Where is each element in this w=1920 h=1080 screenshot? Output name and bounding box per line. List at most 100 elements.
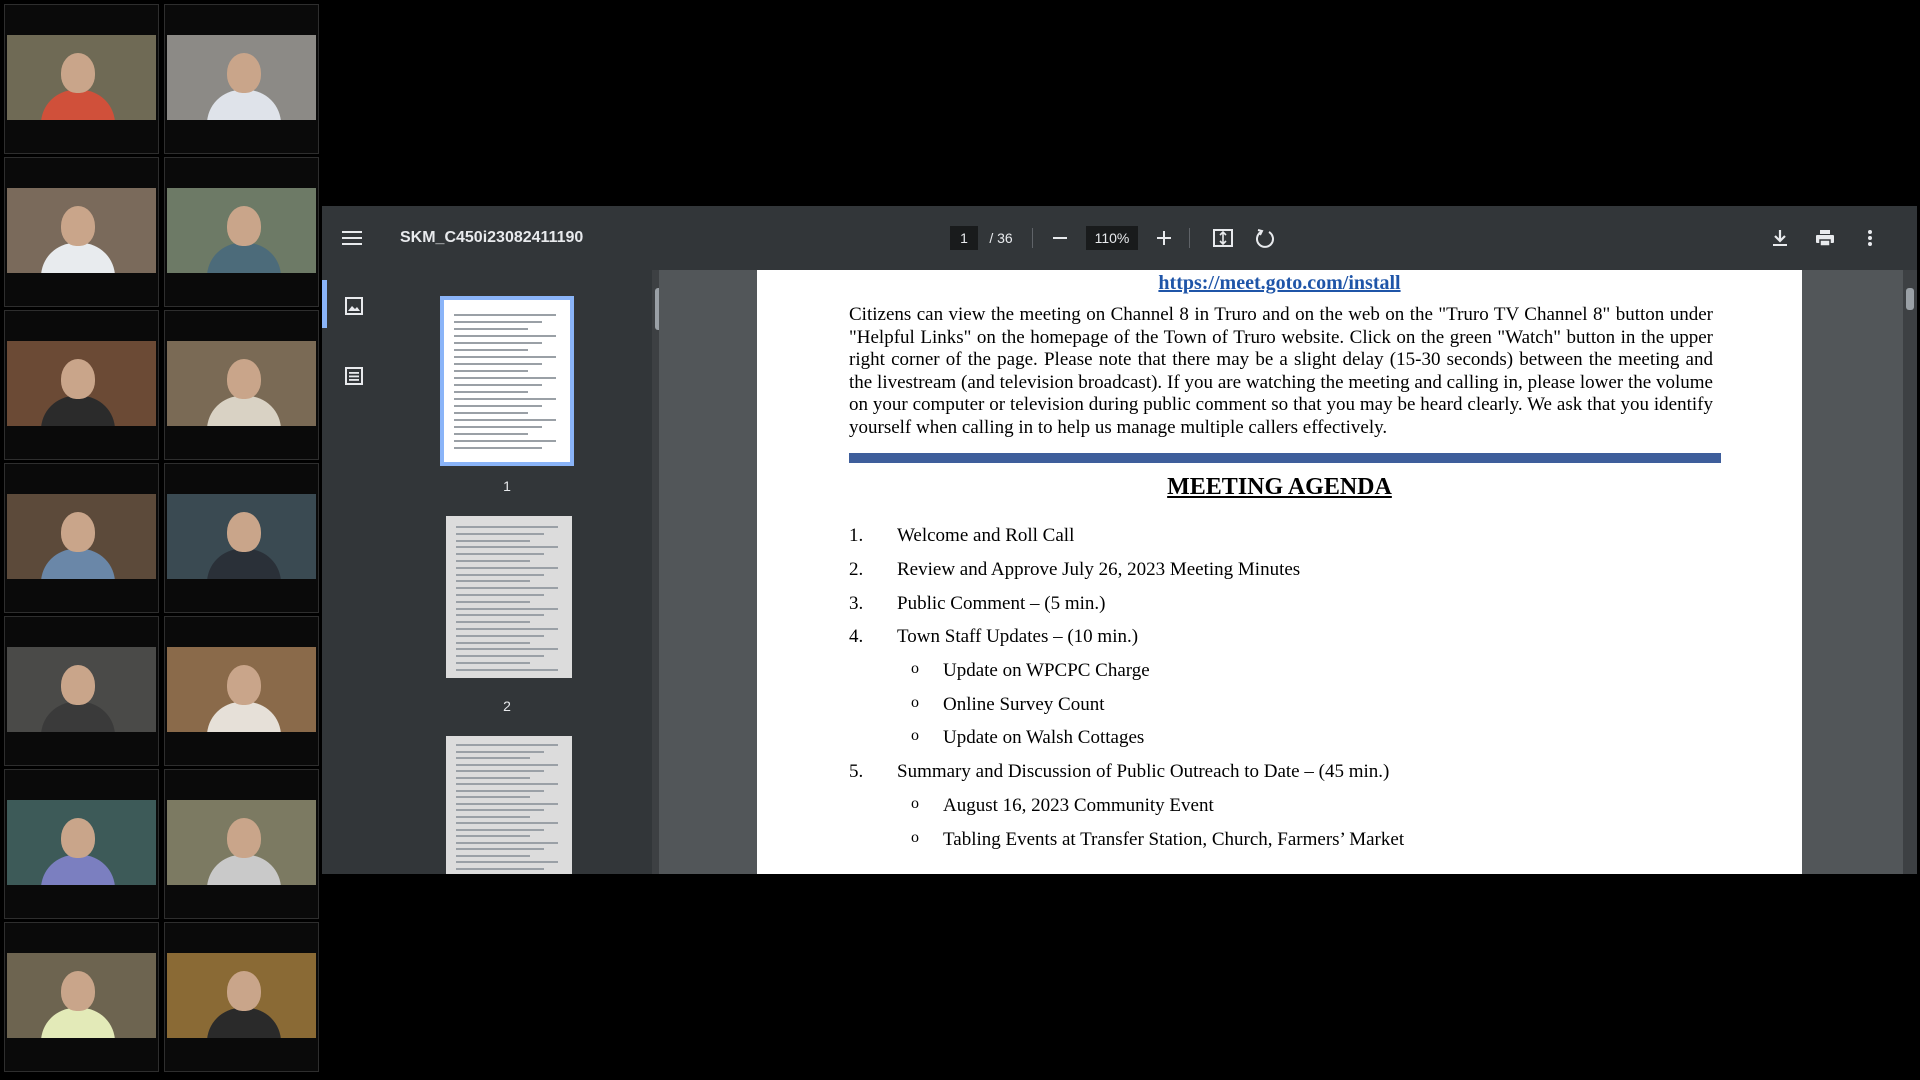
- thumbnail-text-line: [456, 809, 544, 811]
- thumbnail-text-line: [454, 321, 542, 323]
- print-icon: [1815, 229, 1835, 247]
- participant-tile[interactable]: [4, 769, 159, 919]
- thumbnail-text-line: [456, 841, 558, 844]
- thumbnail-text-line: [454, 391, 528, 393]
- sidebar-active-indicator: [322, 280, 327, 328]
- participant-tile[interactable]: [164, 4, 319, 154]
- participant-tile[interactable]: [164, 616, 319, 766]
- thumbnail-text-line: [456, 607, 558, 610]
- pdf-toolbar: SKM_C450i23082411190 1 / 36 110%: [322, 206, 1917, 270]
- bullet: o: [911, 660, 919, 677]
- page-thumbnail-1[interactable]: [440, 296, 574, 466]
- thumbnail-text-line: [454, 426, 542, 428]
- thumbnails-view-button[interactable]: [338, 290, 370, 322]
- agenda-text: Welcome and Roll Call: [897, 525, 1075, 546]
- thumbnail-sidebar: 1 2: [322, 270, 666, 874]
- bullet: o: [911, 694, 919, 711]
- thumbnail-text-line: [456, 600, 530, 603]
- download-button[interactable]: [1766, 224, 1794, 252]
- thumbnail-text-line: [456, 770, 544, 772]
- participant-tile[interactable]: [4, 157, 159, 307]
- participant-tile[interactable]: [164, 157, 319, 307]
- thumbnail-text-line: [456, 526, 558, 528]
- thumbnail-text-line: [456, 854, 530, 857]
- participant-video: [7, 800, 156, 885]
- thumbnail-text-line: [456, 553, 544, 556]
- more-actions-button[interactable]: [1856, 224, 1884, 252]
- thumbnail-text-line: [454, 412, 528, 414]
- thumbnail-text-line: [456, 580, 530, 583]
- participant-tile[interactable]: [4, 922, 159, 1072]
- thumbnail-text-line: [454, 349, 528, 351]
- participant-tile[interactable]: [164, 922, 319, 1072]
- participant-video: [167, 188, 316, 273]
- page-total: / 36: [989, 230, 1013, 246]
- participant-body: [207, 855, 281, 885]
- rotate-button[interactable]: [1251, 224, 1279, 252]
- page-thumbnail-3[interactable]: [446, 736, 572, 874]
- rotate-icon: [1255, 228, 1275, 248]
- participant-tile[interactable]: [164, 310, 319, 460]
- participant-video: [167, 647, 316, 732]
- participant-video: [167, 953, 316, 1038]
- agenda-number: 2.: [849, 559, 864, 580]
- minus-icon: [1053, 237, 1067, 239]
- fit-page-button[interactable]: [1209, 224, 1237, 252]
- thumbnail-text-line: [454, 342, 542, 344]
- agenda-subitem-text: August 16, 2023 Community Event: [943, 795, 1214, 816]
- participant-head: [61, 818, 95, 858]
- thumbnail-text-line: [456, 621, 530, 624]
- agenda-number: 3.: [849, 593, 864, 614]
- section-divider: [849, 453, 1721, 463]
- thumbnail-text-line: [456, 648, 558, 651]
- intro-paragraph: Citizens can view the meeting on Channel…: [849, 304, 1713, 438]
- thumbnail-text-line: [454, 384, 542, 386]
- scrollbar-thumb[interactable]: [1906, 288, 1914, 310]
- pdf-viewer: SKM_C450i23082411190 1 / 36 110% 1 2 htt…: [322, 206, 1917, 874]
- thumbnail-text-line: [454, 440, 556, 442]
- zoom-in-button[interactable]: [1150, 224, 1178, 252]
- menu-icon[interactable]: [334, 220, 370, 256]
- thumbnail-text-line: [454, 419, 556, 421]
- thumbnail-text-line: [456, 750, 544, 753]
- agenda-subitem-text: Update on WPCPC Charge: [943, 660, 1150, 681]
- thumbnail-text-line: [454, 433, 528, 435]
- participant-head: [227, 206, 261, 246]
- participant-body: [207, 702, 281, 732]
- thumbnail-text-line: [456, 789, 544, 792]
- agenda-text: Summary and Discussion of Public Outreac…: [897, 761, 1390, 782]
- participant-video: [167, 341, 316, 426]
- participant-tile[interactable]: [4, 310, 159, 460]
- thumbnail-text-line: [456, 815, 530, 818]
- agenda-subitem-text: Online Survey Count: [943, 694, 1105, 715]
- document-scrollbar[interactable]: [1903, 270, 1917, 874]
- participant-tile[interactable]: [164, 769, 319, 919]
- participant-body: [41, 702, 115, 732]
- outline-view-button[interactable]: [338, 360, 370, 392]
- participant-head: [227, 665, 261, 705]
- participant-tile[interactable]: [4, 616, 159, 766]
- thumbnail-text-line: [456, 848, 544, 850]
- thumbnail-text-line: [454, 398, 556, 400]
- participant-body: [207, 243, 281, 273]
- document-area: https://meet.goto.com/install Citizens c…: [659, 270, 1917, 874]
- zoom-out-button[interactable]: [1046, 224, 1074, 252]
- page-thumbnail-2[interactable]: [446, 516, 572, 678]
- goto-install-link[interactable]: https://meet.goto.com/install: [757, 272, 1802, 295]
- thumbnail-text-line: [454, 328, 528, 330]
- print-button[interactable]: [1811, 224, 1839, 252]
- thumbnail-text-line: [456, 655, 544, 658]
- page-number-input[interactable]: 1: [950, 226, 978, 250]
- thumbnail-label: 1: [503, 478, 511, 494]
- toolbar-divider: [1189, 228, 1190, 248]
- participant-tile[interactable]: [4, 463, 159, 613]
- participant-tile[interactable]: [4, 4, 159, 154]
- zoom-input[interactable]: 110%: [1086, 226, 1138, 250]
- agenda-subitem-text: Tabling Events at Transfer Station, Chur…: [943, 829, 1405, 850]
- participant-head: [61, 53, 95, 93]
- participant-head: [227, 971, 261, 1011]
- participant-tile[interactable]: [164, 463, 319, 613]
- thumbnail-text-line: [456, 668, 558, 671]
- thumbnail-text-line: [456, 614, 544, 617]
- thumbnail-text-line: [456, 763, 558, 766]
